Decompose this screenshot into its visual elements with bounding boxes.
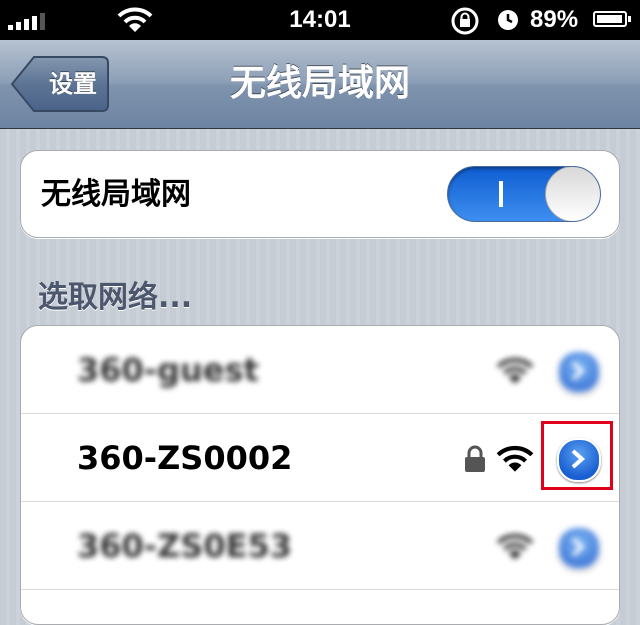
battery-percentage: 89% — [530, 6, 579, 33]
wifi-toggle-group: 无线局域网 — [20, 150, 620, 238]
battery-icon — [593, 11, 631, 27]
wifi-signal-icon — [496, 357, 534, 384]
navigation-bar: 设置 无线局域网 — [0, 40, 640, 129]
wifi-signal-icon — [496, 445, 534, 472]
choose-network-header: 选取网络... — [38, 280, 193, 315]
network-name: 360-ZS0E53 — [77, 527, 292, 565]
network-row-360-guest[interactable]: 360-guest — [21, 326, 619, 414]
network-name: 360-ZS0002 — [77, 439, 293, 477]
status-bar: 14:01 89% — [0, 0, 640, 40]
chevron-right-icon — [571, 361, 586, 381]
network-list: 360-guest 360-ZS0002 360-ZS0E53 — [20, 325, 620, 625]
wifi-toggle-switch[interactable] — [447, 166, 601, 222]
rotation-lock-icon — [451, 7, 479, 35]
network-row-360-ZS0E53[interactable]: 360-ZS0E53 — [21, 502, 619, 590]
network-row-360-ZS0002[interactable]: 360-ZS0002 — [21, 414, 619, 502]
wifi-signal-icon — [496, 533, 534, 560]
detail-disclosure-button[interactable] — [557, 350, 601, 394]
chevron-right-icon — [571, 537, 586, 557]
lock-icon — [465, 445, 485, 472]
alarm-clock-icon — [498, 10, 518, 30]
detail-disclosure-button[interactable] — [557, 526, 601, 570]
row-separator — [21, 589, 619, 590]
wifi-toggle-label: 无线局域网 — [41, 177, 191, 212]
network-name: 360-guest — [77, 351, 259, 389]
page-title: 无线局域网 — [229, 63, 410, 104]
switch-knob[interactable] — [545, 167, 600, 221]
switch-on-mark — [499, 181, 503, 207]
highlight-box — [541, 421, 613, 490]
